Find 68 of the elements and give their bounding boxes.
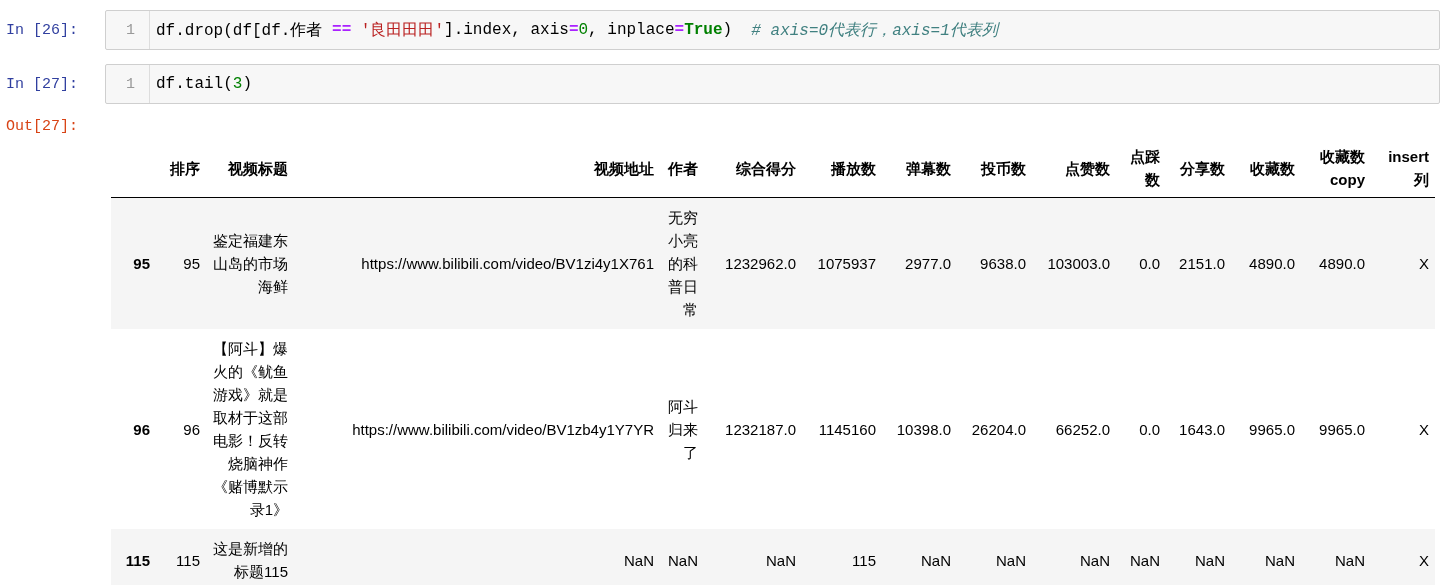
table-cell: 115	[852, 551, 876, 569]
table-cell: 4890.0	[1249, 255, 1295, 272]
column-header: 视频地址	[594, 159, 654, 177]
row-index: 96	[133, 420, 150, 438]
table-cell: X	[1419, 255, 1429, 272]
input-prompt: In [27]:	[5, 75, 79, 93]
table-cell: NaN	[624, 551, 654, 569]
column-header: 点踩数	[1130, 148, 1160, 188]
table-cell: X	[1419, 551, 1429, 569]
table-cell: 2977.0	[905, 255, 951, 272]
input-prompt: In [26]:	[5, 21, 79, 39]
table-cell: 2151.0	[1179, 255, 1225, 272]
table-cell: NaN	[1265, 551, 1295, 569]
table-cell: 鉴定福建东山岛的市场海鲜	[213, 232, 288, 295]
table-cell: 96	[183, 420, 200, 438]
column-header: 点赞数	[1065, 159, 1110, 177]
table-cell: 阿斗归来了	[668, 397, 698, 461]
table-cell: 无穷小亮的科普日常	[668, 209, 698, 318]
table-cell: 26204.0	[971, 420, 1026, 438]
table-cell: 95	[183, 255, 200, 272]
column-header: 弹幕数	[906, 159, 951, 177]
column-header: 收藏数copy	[1320, 148, 1365, 188]
table-cell: 这是新增的标题115	[213, 540, 288, 580]
column-header: 视频标题	[228, 159, 288, 177]
table-cell: X	[1419, 420, 1429, 438]
column-header: 投币数	[981, 159, 1026, 177]
column-header: 分享数	[1180, 159, 1225, 177]
table-cell: 4890.0	[1319, 255, 1365, 272]
table-cell: https://www.bilibili.com/video/BV1zb4y1Y7YR	[352, 420, 654, 438]
line-number: 1	[126, 21, 135, 39]
row-index: 95	[133, 255, 150, 272]
column-header: insert列	[1388, 148, 1429, 188]
column-header: 作者	[668, 159, 698, 177]
code-cell[interactable]: 1 df.tail(3)	[105, 64, 1440, 104]
row-index: 115	[125, 551, 150, 569]
table-cell: 9965.0	[1249, 420, 1295, 438]
table-cell: NaN	[1130, 551, 1160, 569]
column-header: 综合得分	[736, 159, 796, 177]
table-cell: 1643.0	[1179, 420, 1225, 438]
table-cell: NaN	[766, 551, 796, 569]
table-cell: NaN	[996, 551, 1026, 569]
table-cell: 115	[176, 551, 200, 569]
table-cell: 9638.0	[980, 255, 1026, 272]
column-header: 排序	[170, 159, 200, 177]
table-cell: NaN	[668, 551, 698, 569]
table-cell: NaN	[1080, 551, 1110, 569]
table-cell: NaN	[1195, 551, 1225, 569]
table-cell: 【阿斗】爆火的《鱿鱼游戏》就是取材于这部电影！反转烧脑神作《赌博默示录1》	[213, 340, 288, 518]
table-cell: NaN	[921, 551, 951, 569]
table-cell: 1232187.0	[725, 420, 796, 438]
table-cell: 0.0	[1139, 255, 1160, 272]
column-header: 播放数	[831, 159, 876, 177]
column-header: 收藏数	[1250, 159, 1295, 177]
table-cell: 10398.0	[896, 420, 951, 438]
table-cell: 1145160	[818, 420, 876, 438]
code-line: df.drop(df[df.作者 == '良田田田'].index, axis=0, inplace=True) # axis=0代表行，axis=1代表列	[155, 20, 998, 42]
table-cell: 66252.0	[1055, 420, 1110, 438]
code-line: df.tail(3)	[155, 74, 253, 95]
table-cell: NaN	[1335, 551, 1365, 569]
table-cell: 0.0	[1139, 420, 1160, 438]
table-cell: 103003.0	[1047, 255, 1110, 272]
table-cell: 1232962.0	[725, 255, 796, 272]
output-prompt: Out[27]:	[5, 118, 79, 135]
table-cell: 1075937	[817, 255, 876, 272]
table-cell: https://www.bilibili.com/video/BV1zi4y1X761	[361, 255, 654, 272]
code-cell[interactable]: 1 df.drop(df[df.作者 == '良田田田'].index, axis=0, inplace=True) # axis=0代表行，axis=1代表列	[105, 10, 1440, 50]
table-cell: 9965.0	[1319, 420, 1365, 438]
line-number: 1	[126, 75, 135, 93]
